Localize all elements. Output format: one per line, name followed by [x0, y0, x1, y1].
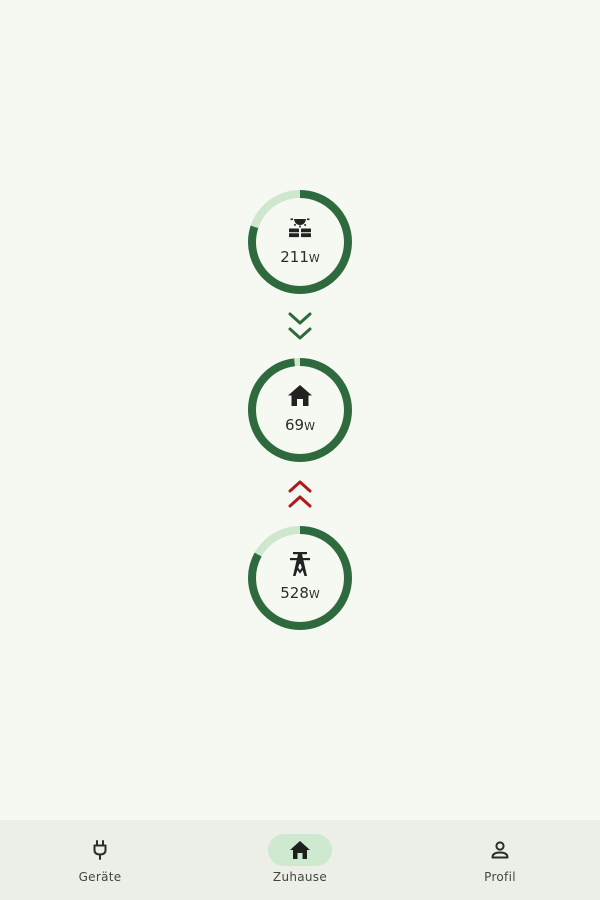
nav-item-profile[interactable]: Profil: [400, 820, 600, 900]
home-progress-ring: [248, 358, 352, 462]
home-consumption-value: 69W: [248, 416, 352, 434]
grid-power-unit: W: [308, 588, 320, 601]
grid-power-value: 528W: [248, 584, 352, 602]
grid-power-number: 528: [280, 584, 309, 602]
nav-label-devices: Geräte: [78, 870, 122, 884]
nav-item-devices[interactable]: Geräte: [0, 820, 200, 900]
person-icon: [491, 841, 509, 859]
home-icon: [290, 841, 310, 859]
solar-panel-icon: [289, 218, 311, 238]
home-consumption-unit: W: [304, 420, 315, 433]
nav-item-home[interactable]: Zuhause: [200, 820, 400, 900]
solar-power-unit: W: [308, 252, 320, 265]
home-consumption-gauge: 69W: [248, 358, 352, 462]
home-icon: [288, 385, 312, 406]
bottom-navigation-bar: Geräte Zuhause Profil: [0, 820, 600, 900]
nav-label-home: Zuhause: [272, 870, 328, 884]
double-chevron-up-icon: [288, 480, 312, 508]
solar-power-value: 211W: [248, 248, 352, 266]
solar-power-number: 211: [280, 248, 309, 266]
nav-label-profile: Profil: [484, 870, 516, 884]
grid-progress-ring: [248, 526, 352, 630]
double-chevron-down-icon: [288, 312, 312, 340]
solar-power-gauge: 211W: [248, 190, 352, 294]
grid-power-gauge: 528W: [248, 526, 352, 630]
plug-icon: [93, 840, 107, 860]
power-pylon-icon: [290, 552, 310, 576]
home-consumption-number: 69: [285, 416, 305, 434]
solar-progress-ring: [248, 190, 352, 294]
